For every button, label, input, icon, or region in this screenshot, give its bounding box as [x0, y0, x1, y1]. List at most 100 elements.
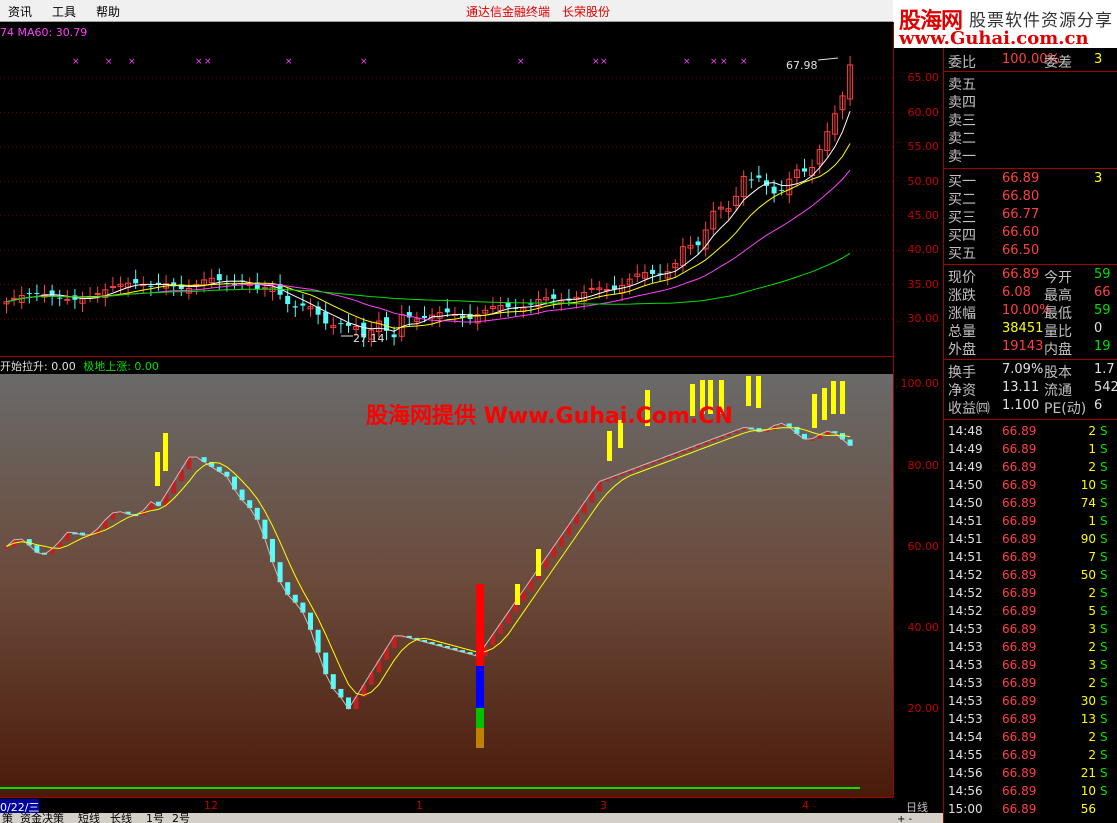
candlestick-chart[interactable]: × × × × × × × × × × × × × × 67.9827.14	[0, 22, 893, 355]
tick-price: 66.89	[1002, 640, 1037, 654]
tick-price: 66.89	[1002, 802, 1037, 816]
tick-price: 66.89	[1002, 496, 1037, 510]
buy-row: 买三 66.77	[944, 207, 1117, 226]
tick-row: 14:51 66.89 90 S	[944, 532, 1117, 550]
indicator-bar	[171, 481, 177, 494]
tick-side: S	[1100, 676, 1108, 690]
fundamental-label: 股本	[1044, 365, 1072, 381]
tick-price: 66.89	[1002, 694, 1037, 708]
candle-body	[588, 287, 595, 290]
indicator-bar	[330, 674, 336, 689]
signal-spike	[515, 584, 520, 605]
fundamental-row: 换手 7.09% 股本 1.7	[944, 362, 1117, 381]
menu-help[interactable]: 帮助	[96, 3, 120, 20]
tick-volume: 2	[1088, 424, 1096, 438]
price-axis-tick: 65.00	[907, 71, 940, 84]
candle-body	[300, 303, 306, 306]
sell-label: 卖三	[948, 113, 976, 129]
candle-body	[748, 179, 754, 181]
tick-side: S	[1100, 568, 1108, 582]
candle-body	[216, 274, 222, 281]
candle-body	[756, 175, 762, 178]
sell-label: 卖二	[948, 131, 976, 147]
tick-side: S	[1100, 532, 1108, 546]
fundamental-value: 1.100	[1002, 398, 1040, 413]
signal-marker: ×	[285, 57, 293, 67]
sell-label: 卖四	[948, 95, 976, 111]
tick-volume: 50	[1080, 568, 1096, 582]
signal-marker: ×	[592, 57, 600, 67]
fundamental-row: 收益㈣ 1.100 PE(动) 6	[944, 398, 1117, 417]
stat-label: 现价	[948, 270, 976, 286]
tab-short-term[interactable]: 短线	[78, 813, 100, 823]
tab-long-term[interactable]: 长线	[110, 813, 132, 823]
tick-row: 14:49 66.89 1 S	[944, 442, 1117, 460]
tick-volume: 2	[1088, 748, 1096, 762]
indicator-axis-tick: 40.00	[907, 621, 940, 634]
zoom-controls[interactable]: + -	[897, 814, 912, 823]
date-axis: 0/22/三 12 1 3 4	[0, 797, 893, 815]
buy-row: 买四 66.60	[944, 225, 1117, 244]
candle-body	[771, 186, 777, 194]
tick-time: 14:51	[948, 550, 983, 564]
tick-volume: 7	[1088, 550, 1096, 564]
signal-spike	[822, 388, 827, 420]
tick-row: 14:53 66.89 30 S	[944, 694, 1117, 712]
stat-label: 涨幅	[948, 306, 976, 322]
stat-label: 总量	[948, 324, 976, 340]
stat-value: 19143	[1002, 339, 1044, 354]
indicator-bar	[353, 696, 359, 709]
menu-tools[interactable]: 工具	[52, 3, 76, 20]
signal-spike	[831, 381, 836, 414]
candle-body	[64, 298, 71, 301]
indicator-axis-tick: 100.00	[900, 377, 940, 390]
fundamental-label: 换手	[948, 365, 976, 381]
tab-fund-decision[interactable]: 资金决策	[20, 813, 64, 823]
indicator-bar	[346, 697, 351, 709]
buy-price: 66.89	[1002, 171, 1040, 186]
tick-volume: 1	[1088, 442, 1096, 456]
signal-marker: ×	[600, 57, 608, 67]
tick-side: S	[1100, 784, 1108, 798]
indicator-label-start: 开始拉升: 0.00	[0, 360, 76, 373]
buy-price: 66.50	[1002, 243, 1040, 258]
separator	[944, 419, 1117, 420]
buy-price: 66.77	[1002, 207, 1040, 222]
tick-volume: 3	[1088, 658, 1096, 672]
price-axis-tick: 30.00	[907, 312, 940, 325]
tick-time: 14:56	[948, 766, 983, 780]
tick-volume: 2	[1088, 730, 1096, 744]
candle-body	[779, 189, 785, 191]
indicator-bar	[178, 469, 184, 482]
indicator-axis-tick: 20.00	[907, 702, 940, 715]
tab-no1[interactable]: 1号	[146, 813, 164, 823]
stat-row: 现价 66.89 今开 59	[944, 267, 1117, 286]
tick-time: 14:53	[948, 658, 983, 672]
stat-label: 量比	[1044, 324, 1072, 340]
tick-price: 66.89	[1002, 748, 1037, 762]
tick-price: 66.89	[1002, 730, 1037, 744]
tab-no2[interactable]: 2号	[172, 813, 190, 823]
indicator-bar	[232, 476, 237, 490]
signal-spike	[536, 549, 541, 576]
separator	[944, 264, 1117, 265]
indicator-background	[0, 374, 893, 797]
tab-strategy[interactable]: 策	[2, 813, 13, 823]
tick-volume: 13	[1080, 712, 1096, 726]
tick-price: 66.89	[1002, 766, 1037, 780]
price-axis-tick: 50.00	[907, 175, 940, 188]
buy-price: 66.60	[1002, 225, 1040, 240]
indicator-bar	[566, 524, 572, 536]
signal-spike	[840, 381, 845, 414]
fundamental-label: 收益㈣	[948, 401, 990, 417]
energy-bar-blue	[476, 666, 484, 708]
tick-time: 14:52	[948, 604, 983, 618]
indicator-bar	[254, 507, 260, 520]
sell-row: 卖二	[944, 128, 1117, 147]
indicator-bar	[308, 612, 313, 630]
tick-side: S	[1100, 460, 1108, 474]
menu-news[interactable]: 资讯	[8, 3, 32, 20]
fundamental-label: PE(动)	[1044, 401, 1087, 417]
signal-marker: ×	[740, 57, 748, 67]
stat-value: 59	[1094, 303, 1111, 318]
